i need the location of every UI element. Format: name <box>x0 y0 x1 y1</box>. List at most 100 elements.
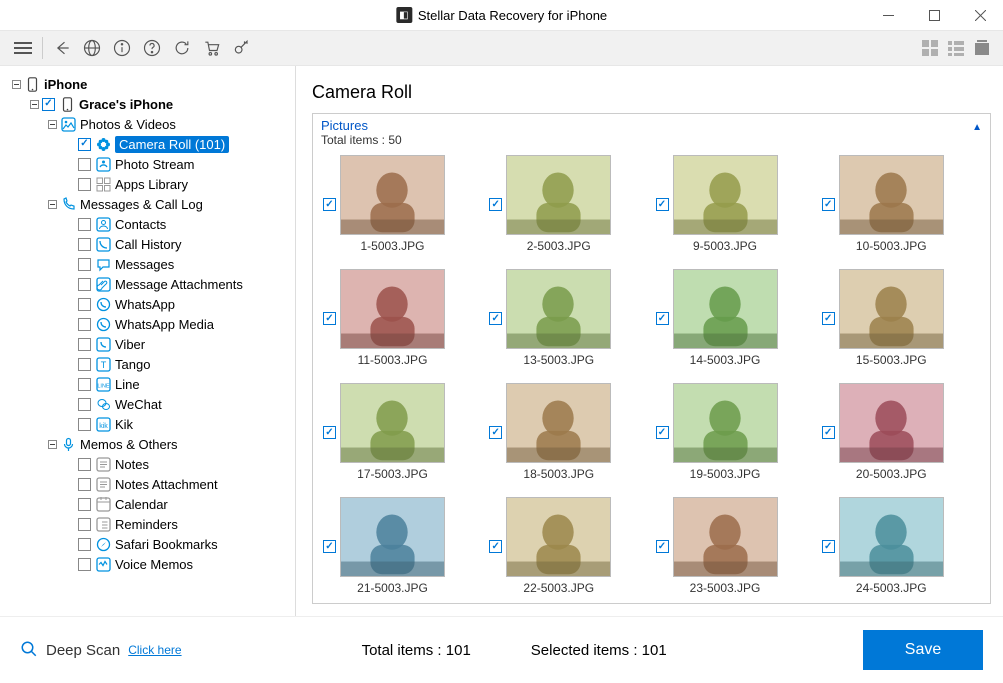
tree-item[interactable]: kikKik <box>4 414 291 434</box>
tree-item[interactable]: Notes Attachment <box>4 474 291 494</box>
tree-item[interactable]: Contacts <box>4 214 291 234</box>
thumbnail-item[interactable]: 20-5003.JPG <box>822 383 980 481</box>
tree-item[interactable]: iPhone <box>4 74 291 94</box>
tree-expander-icon[interactable] <box>46 118 58 130</box>
thumbnail-image[interactable] <box>673 155 778 235</box>
thumbnail-checkbox[interactable] <box>323 198 336 211</box>
thumbnail-item[interactable]: 1-5003.JPG <box>323 155 481 253</box>
tree-checkbox[interactable] <box>78 358 91 371</box>
tree-expander-icon[interactable] <box>46 198 58 210</box>
sidebar-tree[interactable]: iPhoneGrace's iPhonePhotos & VideosCamer… <box>0 66 296 616</box>
tree-item[interactable]: Notes <box>4 454 291 474</box>
tree-item[interactable]: Voice Memos <box>4 554 291 574</box>
tree-item[interactable]: Safari Bookmarks <box>4 534 291 554</box>
help-button[interactable] <box>139 35 165 61</box>
menu-button[interactable] <box>10 35 36 61</box>
tree-item[interactable]: WeChat <box>4 394 291 414</box>
tree-item[interactable]: Photo Stream <box>4 154 291 174</box>
thumbnail-item[interactable]: 15-5003.JPG <box>822 269 980 367</box>
thumbnail-image[interactable] <box>506 497 611 577</box>
tree-item[interactable]: LINELine <box>4 374 291 394</box>
collapse-section-button[interactable]: ▲ <box>972 122 982 133</box>
tree-item[interactable]: Viber <box>4 334 291 354</box>
thumbnail-item[interactable]: 21-5003.JPG <box>323 497 481 595</box>
tree-item[interactable]: Reminders <box>4 514 291 534</box>
thumbnail-item[interactable]: 18-5003.JPG <box>489 383 647 481</box>
tree-item[interactable]: Grace's iPhone <box>4 94 291 114</box>
thumbnail-checkbox[interactable] <box>323 426 336 439</box>
tree-checkbox[interactable] <box>78 378 91 391</box>
thumbnail-image[interactable] <box>839 269 944 349</box>
thumbnail-item[interactable]: 14-5003.JPG <box>656 269 814 367</box>
thumbnail-checkbox[interactable] <box>822 540 835 553</box>
tree-item[interactable]: Apps Library <box>4 174 291 194</box>
maximize-button[interactable] <box>911 0 957 30</box>
deepscan-link[interactable]: Click here <box>128 643 181 657</box>
thumbnail-image[interactable] <box>839 383 944 463</box>
tree-checkbox[interactable] <box>78 258 91 271</box>
thumbnail-image[interactable] <box>673 497 778 577</box>
language-button[interactable] <box>79 35 105 61</box>
tree-checkbox[interactable] <box>78 458 91 471</box>
tree-item[interactable]: WhatsApp Media <box>4 314 291 334</box>
view-grid-large-button[interactable] <box>919 39 941 57</box>
tree-checkbox[interactable] <box>78 338 91 351</box>
thumbnail-item[interactable]: 24-5003.JPG <box>822 497 980 595</box>
thumbnail-checkbox[interactable] <box>489 426 502 439</box>
info-button[interactable] <box>109 35 135 61</box>
tree-checkbox[interactable] <box>78 138 91 151</box>
tree-checkbox[interactable] <box>78 518 91 531</box>
tree-item[interactable]: TTango <box>4 354 291 374</box>
thumbnail-checkbox[interactable] <box>323 312 336 325</box>
tree-checkbox[interactable] <box>78 298 91 311</box>
tree-checkbox[interactable] <box>78 418 91 431</box>
thumbnail-image[interactable] <box>340 383 445 463</box>
tree-item[interactable]: Messages & Call Log <box>4 194 291 214</box>
activate-button[interactable] <box>229 35 255 61</box>
thumbnail-checkbox[interactable] <box>489 198 502 211</box>
tree-item[interactable]: Memos & Others <box>4 434 291 454</box>
thumbnail-image[interactable] <box>506 155 611 235</box>
tree-expander-icon[interactable] <box>46 438 58 450</box>
thumbnail-image[interactable] <box>506 269 611 349</box>
tree-checkbox[interactable] <box>42 98 55 111</box>
tree-checkbox[interactable] <box>78 398 91 411</box>
tree-item[interactable]: Messages <box>4 254 291 274</box>
thumbnail-checkbox[interactable] <box>323 540 336 553</box>
view-stack-button[interactable] <box>971 39 993 57</box>
thumbnail-checkbox[interactable] <box>656 312 669 325</box>
tree-checkbox[interactable] <box>78 278 91 291</box>
thumbnail-item[interactable]: 9-5003.JPG <box>656 155 814 253</box>
tree-checkbox[interactable] <box>78 238 91 251</box>
thumbnail-checkbox[interactable] <box>822 198 835 211</box>
tree-expander-icon[interactable] <box>28 98 40 110</box>
thumbnail-item[interactable]: 19-5003.JPG <box>656 383 814 481</box>
thumbnail-image[interactable] <box>839 497 944 577</box>
tree-checkbox[interactable] <box>78 538 91 551</box>
thumbnail-checkbox[interactable] <box>822 426 835 439</box>
cart-button[interactable] <box>199 35 225 61</box>
thumbnail-checkbox[interactable] <box>489 540 502 553</box>
tree-checkbox[interactable] <box>78 178 91 191</box>
save-button[interactable]: Save <box>863 630 983 670</box>
tree-item[interactable]: Photos & Videos <box>4 114 291 134</box>
thumbnail-item[interactable]: 23-5003.JPG <box>656 497 814 595</box>
thumbnail-image[interactable] <box>673 269 778 349</box>
thumbnail-checkbox[interactable] <box>656 426 669 439</box>
tree-checkbox[interactable] <box>78 318 91 331</box>
thumbnail-checkbox[interactable] <box>489 312 502 325</box>
close-button[interactable] <box>957 0 1003 30</box>
view-list-button[interactable] <box>945 39 967 57</box>
tree-item[interactable]: Calendar <box>4 494 291 514</box>
tree-checkbox[interactable] <box>78 158 91 171</box>
thumbnail-checkbox[interactable] <box>656 198 669 211</box>
thumbnail-item[interactable]: 17-5003.JPG <box>323 383 481 481</box>
thumbnail-image[interactable] <box>340 497 445 577</box>
tree-checkbox[interactable] <box>78 498 91 511</box>
thumbnail-image[interactable] <box>673 383 778 463</box>
thumbnail-image[interactable] <box>340 269 445 349</box>
thumbnail-item[interactable]: 22-5003.JPG <box>489 497 647 595</box>
thumbnail-item[interactable]: 10-5003.JPG <box>822 155 980 253</box>
thumbnail-scroll[interactable]: 1-5003.JPG2-5003.JPG9-5003.JPG10-5003.JP… <box>313 151 990 604</box>
tree-item[interactable]: Message Attachments <box>4 274 291 294</box>
